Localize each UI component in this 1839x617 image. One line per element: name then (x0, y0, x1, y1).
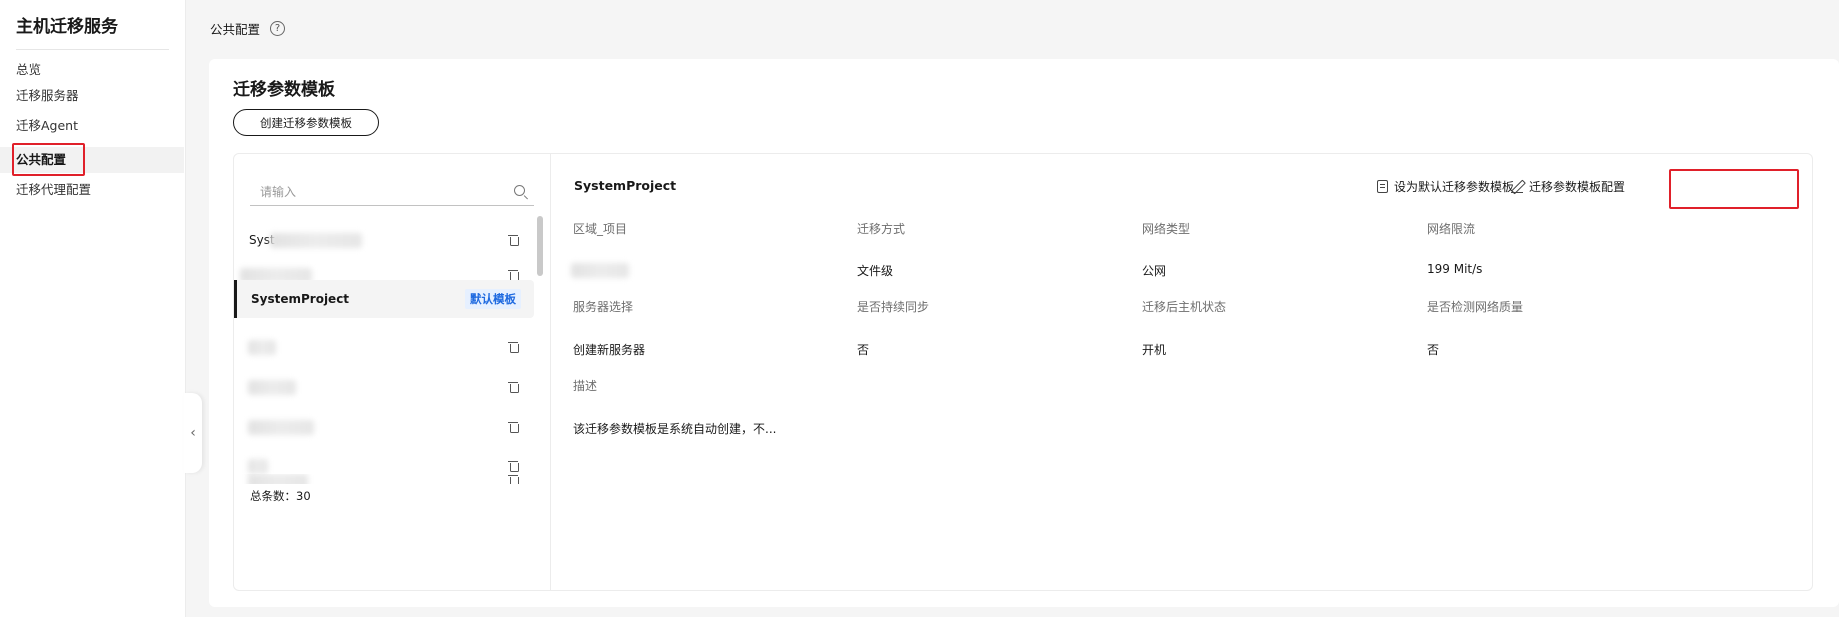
sidebar-item-migration-servers[interactable]: 迁移服务器 (0, 83, 184, 109)
template-config-button[interactable]: 迁移参数模板配置 (1511, 178, 1625, 195)
field-label-network-type: 网络类型 (1142, 222, 1191, 236)
field-value-continuous-sync: 否 (857, 343, 870, 357)
sidebar-collapse-button[interactable]: ‹ (184, 393, 202, 473)
detail-template-name: SystemProject (574, 178, 677, 193)
blurred-text (248, 458, 268, 474)
field-label-region-project: 区域_项目 (573, 222, 628, 236)
search-icon[interactable] (512, 183, 530, 201)
search-input[interactable] (260, 184, 512, 199)
trash-icon[interactable] (507, 474, 519, 484)
create-template-button[interactable]: 创建迁移参数模板 (233, 109, 379, 136)
trash-icon[interactable] (507, 460, 519, 472)
set-default-template-button[interactable]: 设为默认迁移参数模板 (1377, 178, 1514, 195)
trash-icon[interactable] (507, 341, 519, 353)
blurred-text (248, 419, 314, 435)
sidebar-item-proxy-config[interactable]: 迁移代理配置 (0, 177, 184, 203)
sidebar-divider (16, 49, 169, 50)
field-value-migration-method: 文件级 (857, 264, 894, 278)
list-item[interactable] (234, 474, 534, 484)
field-label-server-selection: 服务器选择 (573, 300, 634, 314)
blurred-text (248, 379, 296, 395)
list-item[interactable] (234, 408, 534, 446)
field-label-continuous-sync: 是否持续同步 (857, 300, 930, 314)
help-icon[interactable]: ? (270, 21, 286, 36)
field-label-bandwidth-limit: 网络限流 (1427, 222, 1476, 236)
trash-icon[interactable] (507, 421, 519, 433)
trash-icon[interactable] (507, 234, 519, 246)
field-label-description: 描述 (573, 379, 598, 393)
field-label-post-migration-state: 迁移后主机状态 (1142, 300, 1227, 314)
template-list-pane: Syst SystemProject 默认模板 (234, 154, 551, 590)
field-value-network-check: 否 (1427, 343, 1440, 357)
field-value-bandwidth-limit: 199 Mit/s (1427, 262, 1483, 276)
field-value-network-type: 公网 (1142, 264, 1167, 278)
default-template-badge: 默认模板 (465, 289, 521, 309)
sidebar-item-public-config[interactable]: 公共配置 (0, 147, 184, 173)
document-icon (1377, 180, 1388, 193)
card-title: 迁移参数模板 (233, 80, 335, 100)
sidebar-item-migration-agent[interactable]: 迁移Agent (0, 113, 184, 139)
field-label-migration-method: 迁移方式 (857, 222, 906, 236)
list-item-selected[interactable]: SystemProject 默认模板 (234, 280, 534, 318)
field-label-network-check: 是否检测网络质量 (1427, 300, 1524, 314)
blurred-text (248, 474, 308, 484)
service-title: 主机迁移服务 (16, 17, 118, 37)
template-card: 迁移参数模板 创建迁移参数模板 Syst SystemProject 默认模板 (209, 59, 1839, 607)
template-panel: Syst SystemProject 默认模板 (233, 153, 1813, 591)
list-item[interactable] (234, 368, 534, 406)
list-scrollbar[interactable] (537, 216, 543, 276)
blurred-text (270, 232, 362, 248)
sidebar: 主机迁移服务 总览 迁移服务器 迁移Agent 公共配置 迁移代理配置 (0, 0, 186, 617)
edit-icon (1511, 180, 1524, 194)
field-value-server-selection: 创建新服务器 (573, 343, 646, 357)
list-item[interactable] (234, 328, 534, 366)
set-default-label: 设为默认迁移参数模板 (1394, 180, 1515, 194)
blurred-region-value (571, 263, 629, 278)
list-item[interactable]: Syst (234, 221, 534, 259)
template-config-label: 迁移参数模板配置 (1529, 180, 1626, 194)
field-value-description: 该迁移参数模板是系统自动创建，不... (573, 422, 777, 436)
template-detail-pane: SystemProject 设为默认迁移参数模板 迁移参数模板配置 区域_项目 … (552, 154, 1812, 590)
item-name: SystemProject (251, 292, 350, 306)
sidebar-item-overview[interactable]: 总览 (0, 57, 184, 83)
page-header: 公共配置 ? (210, 19, 286, 38)
page-title: 公共配置 (210, 22, 261, 37)
field-value-post-migration-state: 开机 (1142, 343, 1167, 357)
trash-icon[interactable] (507, 381, 519, 393)
blurred-text (248, 339, 276, 355)
total-count: 总条数：30 (250, 489, 311, 503)
chevron-left-icon: ‹ (190, 425, 196, 441)
search-box (250, 178, 534, 206)
